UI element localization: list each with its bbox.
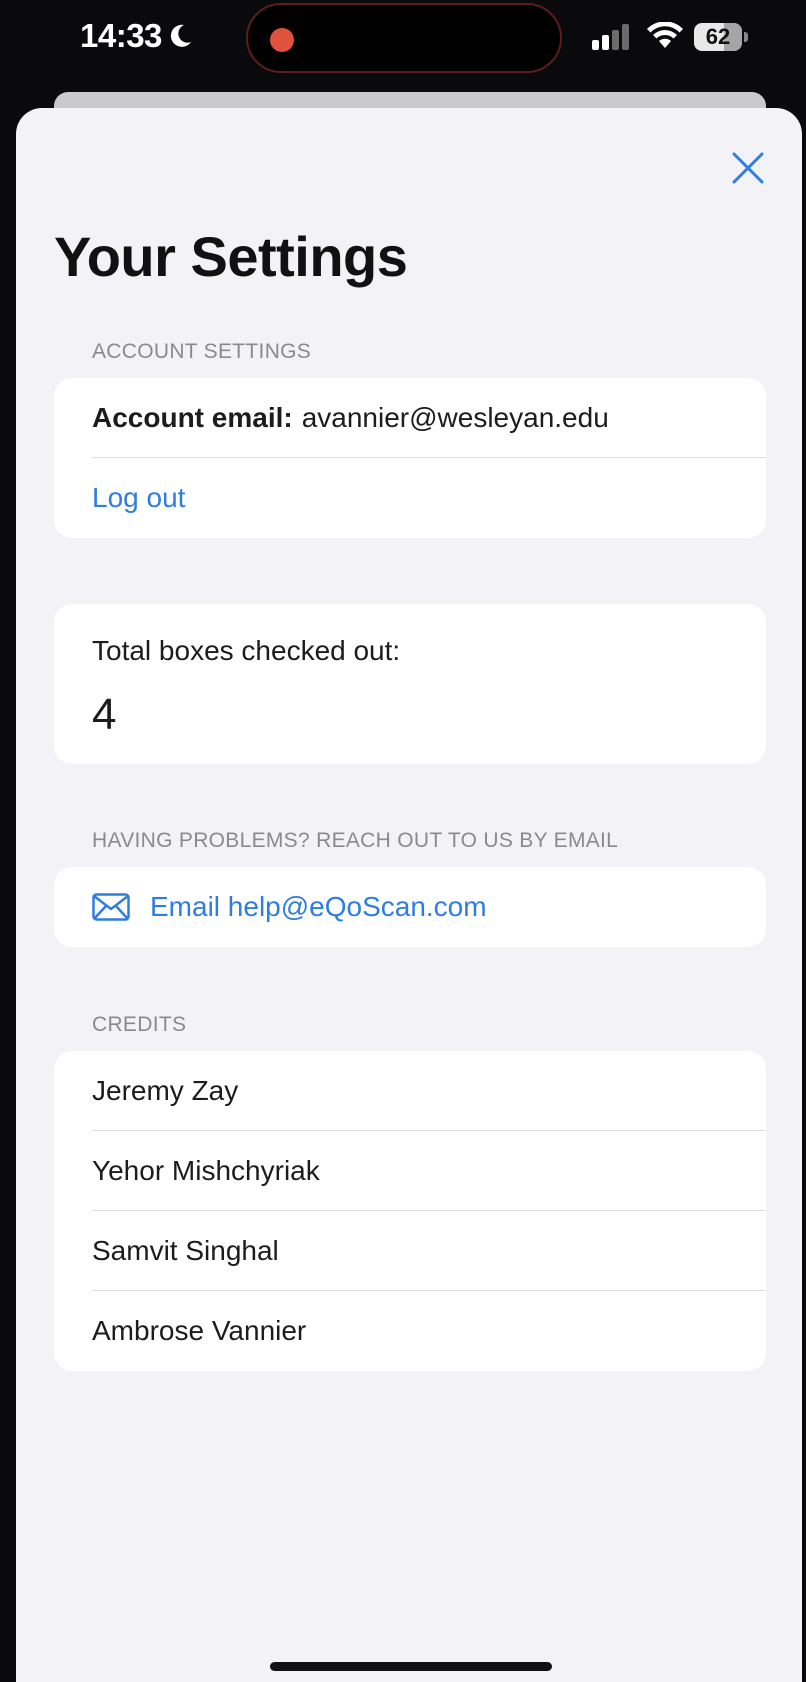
account-settings-card: Account email: avannier@wesleyan.edu Log…	[54, 378, 766, 538]
logout-label: Log out	[92, 482, 186, 513]
boxes-checked-out-label-row: Total boxes checked out:	[54, 604, 766, 690]
wifi-icon	[647, 22, 683, 48]
status-time-group: 14:33	[80, 17, 194, 55]
credit-item: Samvit Singhal	[54, 1211, 766, 1291]
credit-name: Samvit Singhal	[92, 1235, 279, 1266]
credits-card: Jeremy Zay Yehor Mishchyriak Samvit Sing…	[54, 1051, 766, 1371]
account-email-label: Account email:	[92, 402, 293, 433]
recording-indicator-icon	[270, 28, 294, 52]
help-section-header: HAVING PROBLEMS? REACH OUT TO US BY EMAI…	[92, 829, 619, 852]
help-card: Email help@eQoScan.com	[54, 867, 766, 947]
credit-name: Ambrose Vannier	[92, 1315, 307, 1346]
envelope-icon	[92, 893, 130, 921]
account-settings-header: ACCOUNT SETTINGS	[92, 340, 312, 363]
boxes-checked-out-card: Total boxes checked out: 4	[54, 604, 766, 764]
credit-item: Ambrose Vannier	[54, 1291, 766, 1371]
logout-button[interactable]: Log out	[54, 458, 766, 538]
account-email-value: avannier@wesleyan.edu	[301, 402, 609, 433]
email-help-button[interactable]: Email help@eQoScan.com	[54, 867, 766, 947]
phone-screen: 14:33 62 Your Settings ACCOUNT SETTINGS …	[0, 0, 806, 1682]
boxes-checked-out-label: Total boxes checked out:	[92, 635, 401, 666]
credits-header: CREDITS	[92, 1013, 187, 1036]
account-email-row: Account email: avannier@wesleyan.edu	[54, 378, 766, 458]
credit-name: Yehor Mishchyriak	[92, 1155, 320, 1186]
credit-name: Jeremy Zay	[92, 1075, 239, 1106]
battery-body: 62	[694, 23, 742, 51]
battery-cap	[744, 32, 748, 42]
dynamic-island	[246, 3, 562, 73]
home-indicator[interactable]	[270, 1662, 552, 1671]
settings-sheet: Your Settings ACCOUNT SETTINGS Account e…	[16, 108, 802, 1682]
close-button[interactable]	[724, 144, 772, 192]
status-time: 14:33	[80, 17, 162, 54]
cellular-signal-icon	[592, 24, 629, 50]
close-icon	[732, 152, 764, 184]
boxes-checked-out-count: 4	[92, 690, 117, 739]
credit-item: Yehor Mishchyriak	[54, 1131, 766, 1211]
battery-level: 62	[705, 24, 731, 49]
email-help-label: Email help@eQoScan.com	[150, 891, 487, 922]
battery-indicator: 62	[694, 23, 748, 51]
status-bar: 14:33 62	[0, 0, 806, 90]
page-title: Your Settings	[54, 225, 408, 288]
credit-item: Jeremy Zay	[54, 1051, 766, 1131]
moon-icon	[170, 24, 191, 47]
